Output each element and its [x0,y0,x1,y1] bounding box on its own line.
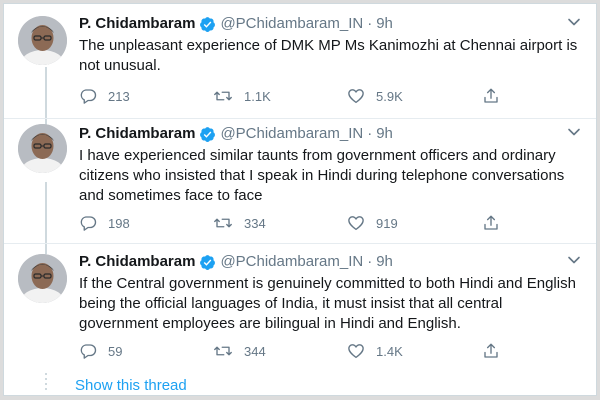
retweet-button[interactable]: 344 [213,341,266,361]
like-count: 919 [376,215,398,231]
reply-button[interactable]: 213 [79,86,130,106]
tweet-text-line: being the official languages of India, i… [79,295,503,312]
heart-icon [347,214,365,232]
retweet-icon [213,87,233,105]
chevron-down-icon[interactable] [566,14,582,30]
share-icon [482,342,500,360]
retweet-icon [213,342,233,360]
tweet-actions: 213 1.1K 5.9K [79,86,509,106]
retweet-icon [213,214,233,232]
retweet-button[interactable]: 334 [213,213,266,233]
like-button[interactable]: 919 [347,213,398,233]
share-button[interactable] [482,213,500,233]
chevron-down-icon[interactable] [566,252,582,268]
chevron-down-icon[interactable] [566,124,582,140]
tweet-header: P. Chidambaram @PChidambaram_IN · 9h [79,14,586,34]
retweet-count: 344 [244,343,266,359]
tweet-thread: P. Chidambaram @PChidambaram_IN · 9h The… [3,3,597,396]
tweet-text: The unpleasant experience of DMK MP Ms K… [79,36,578,76]
share-button[interactable] [482,86,500,106]
author-name[interactable]: P. Chidambaram [79,252,195,272]
show-thread-row[interactable]: Show this thread [4,367,596,395]
separator-dot: · [367,125,373,142]
tweet[interactable]: P. Chidambaram @PChidambaram_IN · 9h I h… [4,119,596,244]
timestamp[interactable]: 9h [376,14,393,34]
author-handle[interactable]: @PChidambaram_IN [220,252,363,272]
reply-count: 213 [108,88,130,104]
show-thread-link[interactable]: Show this thread [75,376,187,395]
retweet-button[interactable]: 1.1K [213,86,271,106]
retweet-count: 1.1K [244,88,271,104]
reply-icon [79,342,97,360]
heart-icon [347,87,365,105]
like-count: 1.4K [376,343,403,359]
verified-badge-icon [199,16,216,33]
tweet-text: I have experienced similar taunts from g… [79,146,578,206]
tweet-text-line: government employees are bilingual in Hi… [79,315,461,332]
reply-button[interactable]: 59 [79,341,122,361]
reply-icon [79,214,97,232]
verified-badge-icon [199,254,216,271]
tweet-text-line: If the Central government is genuinely c… [79,275,576,292]
tweet-text-line: not unusual. [79,57,161,74]
verified-badge-icon [199,126,216,143]
tweet-text-line: The unpleasant experience of DMK MP Ms K… [79,37,578,54]
thread-dots [42,373,50,393]
tweet[interactable]: P. Chidambaram @PChidambaram_IN · 9h The… [4,4,596,119]
author-name[interactable]: P. Chidambaram [79,14,195,34]
avatar[interactable] [18,124,67,173]
author-handle[interactable]: @PChidambaram_IN [220,14,363,34]
tweet-actions: 198 334 919 [79,213,509,233]
reply-button[interactable]: 198 [79,213,130,233]
share-icon [482,87,500,105]
tweet-text-line: and sometimes face to face [79,187,263,204]
tweet[interactable]: P. Chidambaram @PChidambaram_IN · 9h If … [4,244,596,367]
like-button[interactable]: 5.9K [347,86,403,106]
share-icon [482,214,500,232]
share-button[interactable] [482,341,500,361]
reply-count: 198 [108,215,130,231]
tweet-text-line: citizens who insisted that I speak in Hi… [79,167,565,184]
reply-count: 59 [108,343,123,359]
timestamp[interactable]: 9h [376,124,393,144]
tweet-header: P. Chidambaram @PChidambaram_IN · 9h [79,124,586,144]
heart-icon [347,342,365,360]
tweet-header: P. Chidambaram @PChidambaram_IN · 9h [79,252,586,272]
author-name[interactable]: P. Chidambaram [79,124,195,144]
tweet-actions: 59 344 1.4K [79,341,509,361]
like-count: 5.9K [376,88,403,104]
avatar[interactable] [18,16,67,65]
avatar[interactable] [18,254,67,303]
tweet-text: If the Central government is genuinely c… [79,274,578,334]
retweet-count: 334 [244,215,266,231]
timestamp[interactable]: 9h [376,252,393,272]
tweet-text-line: I have experienced similar taunts from g… [79,147,556,164]
like-button[interactable]: 1.4K [347,341,403,361]
author-handle[interactable]: @PChidambaram_IN [220,124,363,144]
reply-icon [79,87,97,105]
separator-dot: · [367,15,373,32]
separator-dot: · [367,253,373,270]
